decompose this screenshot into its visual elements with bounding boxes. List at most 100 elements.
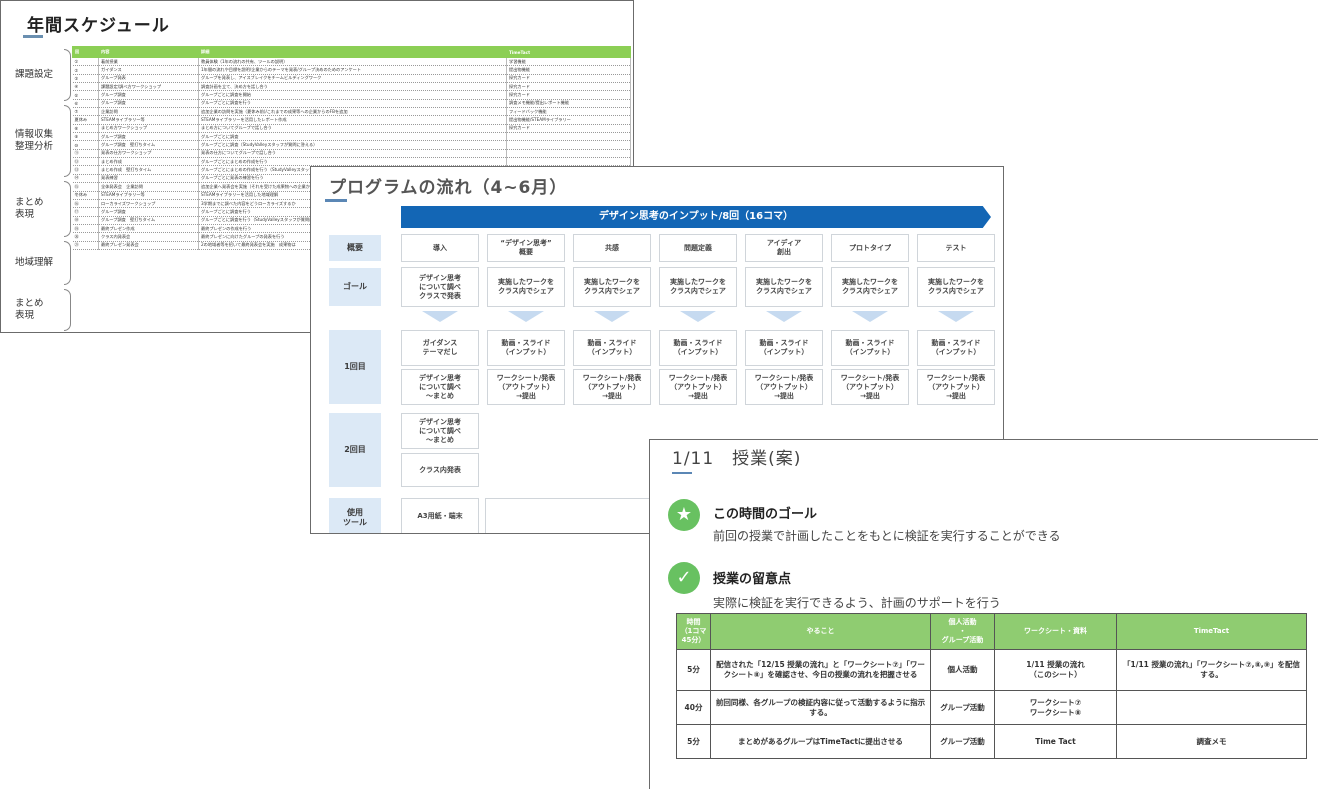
table-cell: 40分 [676,690,711,725]
table-cell: 発表の仕方ワークショップ [98,149,199,159]
table-cell: 課題設定/調べ方ワークショップ [98,82,199,92]
down-arrow-icon [766,311,802,322]
points-heading: 授業の留意点 [713,572,792,587]
flow-cell: 問題定義 [659,234,737,262]
flow-cell: デザイン思考 について調べ ～まとめ [401,369,479,405]
points-text: 実際に検証を実行できるよう、計画のサポートを行う [713,596,1001,610]
flow-cell: ワークシート/発表 （アウトプット） →提出 [831,369,909,405]
table-cell: ⑲ [72,224,99,234]
column-header: 内容 [98,46,199,58]
table-cell: 企業訪問 [98,107,199,117]
table-cell: ⑮ [72,182,99,192]
table-cell: ③ [72,74,99,84]
down-arrow-icon [938,311,974,322]
phase-group: 地域理解 [9,241,71,285]
table-cell: ④ [72,82,99,92]
table-row: ⑦ 企業訪問 追加企業の訪問を実施（夏休み前)/これまでの成果等への企業からのFBを… [72,107,631,117]
table-cell: グループ調査 [98,207,199,217]
table-cell: 提出物機能/STEAMライブラリー [506,115,631,125]
slide-title: 年間スケジュール [27,16,170,36]
table-cell: ⑫ [72,157,99,167]
table-cell [506,149,631,159]
flow-cell: 動画・スライド （インプット） [917,330,995,366]
row-label: 2回目 [329,413,381,487]
column-header: 詳細 [198,46,507,58]
title-underline [23,35,43,38]
flow-cell: 動画・スライド （インプット） [573,330,651,366]
flow-cell: 実施したワークを クラス内でシェア [831,267,909,307]
table-cell: 調査メモ機能/提出レポート機能 [506,99,631,109]
down-arrow-icon [422,311,458,322]
phase-group: 情報収集 整理分析 [9,105,71,177]
table-cell: ワークシート⑦ ワークシート⑧ [994,690,1117,725]
column-header: ワークシート・資料 [994,613,1117,650]
star-icon: ★ [668,499,700,531]
table-cell: 個人活動 [930,649,995,691]
table-cell: グループ調査 [98,90,199,100]
table-cell [506,157,631,167]
table-cell: 調査メモ [1116,724,1307,759]
table-row: ⑥ グループ調査 グループごとに調査を行う 調査メモ機能/提出レポート機能 [72,99,631,109]
table-cell: ⑧ [72,124,99,134]
table-cell: グループ発表 [98,74,199,84]
table-cell: ⑪ [72,149,99,159]
table-cell: まとめ方ワークショップ [98,124,199,134]
lesson-plan-slide: 1/11 授業(案) ★ この時間のゴール 前回の授業で計画したことをもとに検証… [649,439,1318,789]
table-cell: 発表の仕方についてグループで話し合う [198,149,507,159]
phase-group: まとめ 表現 [9,289,71,331]
check-icon: ✓ [668,562,700,594]
table-row: ⑪ 発表の仕方ワークショップ 発表の仕方についてグループで話し合う [72,149,631,159]
table-cell: 「1/11 授業の流れ」「ワークシート⑦,⑧,⑨」を配信する。 [1116,649,1307,691]
flow-cell: 実施したワークを クラス内でシェア [487,267,565,307]
table-cell: ⑱ [72,216,99,225]
table-cell: 探究カード [506,74,631,84]
table-cell: 最終プレゼン作成 [98,224,199,234]
goal-text: 前回の授業で計画したことをもとに検証を実行することができる [713,529,1061,543]
column-header: 個人活動 ・ グループ活動 [930,613,995,650]
flow-cell: ワークシート/発表 （アウトプット） →提出 [917,369,995,405]
table-cell: グループごとに調査 [198,132,507,142]
flow-cell: クラス内発表 [401,453,479,487]
table-cell: まとめ作成 [98,157,199,167]
flow-cell: ワークシート/発表 （アウトプット） →提出 [745,369,823,405]
flow-cell: 実施したワークを クラス内でシェア [917,267,995,307]
table-cell: 着前授業 [98,57,199,67]
table-cell: Time Tact [994,724,1117,759]
flow-cell: 動画・スライド （インプット） [745,330,823,366]
table-cell: ⑰ [72,207,99,217]
flow-cell: ガイダンス テーマだし [401,330,479,366]
table-cell: 学習機能 [506,57,631,67]
table-row: ① 着前授業 教員体験（1年の流れの共有、ツールの説明） 学習機能 [72,57,631,67]
phase-group: 課題設定 [9,49,71,101]
table-cell: 追加企業の訪問を実施（夏休み前)/これまでの成果等への企業からのFBを追加 [198,107,507,117]
table-cell: 夏休み [72,115,99,125]
table-cell: グループ調査 [98,132,199,142]
column-header: TimeTact [1116,613,1307,650]
table-cell: ① [72,57,99,67]
table-cell: 配信された「12/15 授業の流れ」と「ワークシート⑦」「ワークシート⑧」を確認… [710,649,931,691]
table-cell: 探究カード [506,82,631,92]
flow-cell: アイディア 創出 [745,234,823,262]
table-cell: グループごとに調査を行う [198,99,507,109]
table-cell: 前回同様、各グループの検証内容に従って活動するように指示する。 [710,690,931,725]
column-header: 時間 （1コマ 45分） [676,613,711,650]
phase-group: まとめ 表現 [9,181,71,237]
flow-cell: デザイン思考 について調べ クラスで発表 [401,267,479,307]
slide-title: 1/11 授業(案) [672,449,802,469]
title-underline [672,472,692,474]
table-cell: STEAMライブラリー等 [98,115,199,125]
down-arrow-icon [680,311,716,322]
table-cell: グループ調査 壁打ちタイム [98,216,199,225]
column-header: TimeTact [506,46,631,58]
table-cell: ⑦ [72,107,99,117]
flow-cell: A3用紙・端末 [401,498,479,533]
table-cell: 1年間の流れや目標を説明/企業からのテーマを発表/グループ決めのためのアンケート [198,65,507,75]
table-row: ④ 課題設定/調べ方ワークショップ 調査計画を立て、決め方を話し合う 探究カード [72,82,631,92]
table-cell: まとめ方についてグループで話し合う [198,124,507,134]
table-cell: ⑳ [72,232,99,242]
table-cell: 5分 [676,649,711,691]
table-row: ⑤ グループ調査 グループごとに調査を開始 探究カード [72,90,631,100]
table-cell: クラス内発表会 [98,232,199,242]
table-cell: 全体発表会 企業訪問 [98,182,199,192]
flow-cell: 動画・スライド （インプット） [659,330,737,366]
